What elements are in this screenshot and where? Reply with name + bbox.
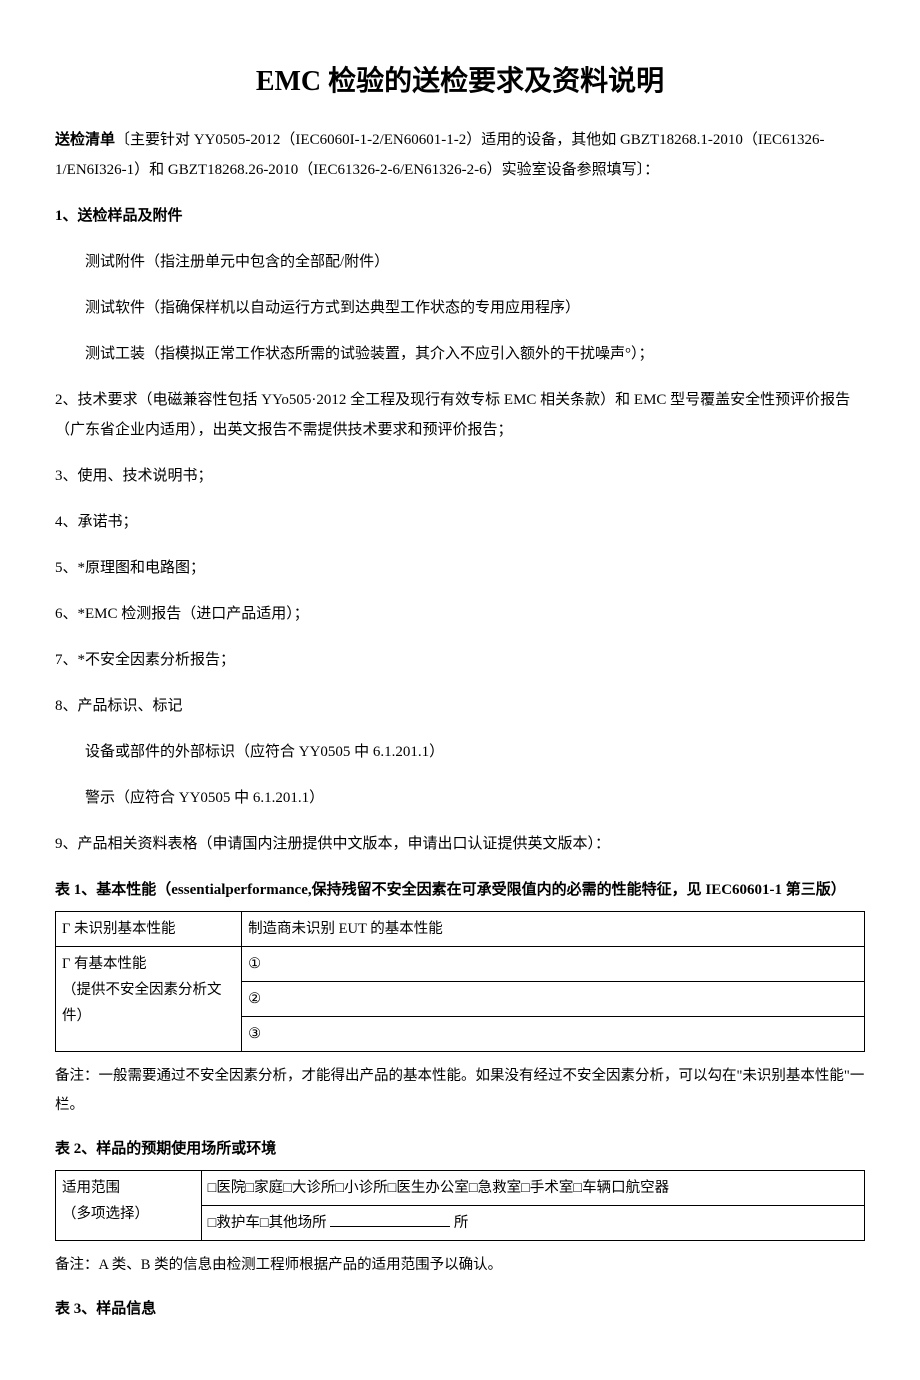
item-1: 1、送检样品及附件 <box>55 201 865 231</box>
table1-heading: 表 1、基本性能（essentialperformance,保持残留不安全因素在… <box>55 875 865 905</box>
item-4: 4、承诺书； <box>55 507 865 537</box>
t1-r2b: ② <box>242 981 865 1016</box>
table-1: Γ 未识别基本性能 制造商未识别 EUT 的基本性能 Γ 有基本性能（提供不安全… <box>55 911 865 1052</box>
item-1b: 测试软件（指确保样机以自动运行方式到达典型工作状态的专用应用程序） <box>55 293 865 323</box>
blank-line <box>330 1212 450 1228</box>
table2-note: 备注：A 类、B 类的信息由检测工程师根据产品的适用范围予以确认。 <box>55 1251 865 1280</box>
t1-r1c1: Γ 未识别基本性能 <box>56 911 242 946</box>
table2-heading: 表 2、样品的预期使用场所或环境 <box>55 1134 865 1164</box>
item-8a: 设备或部件的外部标识（应符合 YY0505 中 6.1.201.1） <box>55 737 865 767</box>
item-7: 7、*不安全因素分析报告； <box>55 645 865 675</box>
table-2: 适用范围（多项选择） □医院□家庭□大诊所□小诊所□医生办公室□急救室□手术室□… <box>55 1170 865 1241</box>
table3-heading: 表 3、样品信息 <box>55 1294 865 1324</box>
item-5: 5、*原理图和电路图； <box>55 553 865 583</box>
t1-r2a: ① <box>242 946 865 981</box>
item-1a: 测试附件（指注册单元中包含的全部配/附件） <box>55 247 865 277</box>
t1-r1c2: 制造商未识别 EUT 的基本性能 <box>242 911 865 946</box>
t1-r2c1: Γ 有基本性能（提供不安全因素分析文件） <box>56 946 242 1051</box>
item-3: 3、使用、技术说明书； <box>55 461 865 491</box>
item-6: 6、*EMC 检测报告（进口产品适用）； <box>55 599 865 629</box>
table1-note: 备注：一般需要通过不安全因素分析，才能得出产品的基本性能。如果没有经过不安全因素… <box>55 1062 865 1120</box>
page-title: EMC 检验的送检要求及资料说明 <box>55 60 865 105</box>
t2-r1c1: 适用范围（多项选择） <box>56 1171 202 1241</box>
item-1c: 测试工装（指模拟正常工作状态所需的试验装置，其介入不应引入额外的干扰噪声°）； <box>55 339 865 369</box>
t1-r2c: ③ <box>242 1017 865 1052</box>
intro-paragraph: 送检清单〔主要针对 YY0505-2012（IEC6060I-1-2/EN606… <box>55 125 865 185</box>
item-9: 9、产品相关资料表格（申请国内注册提供中文版本，申请出口认证提供英文版本）： <box>55 829 865 859</box>
item-2: 2、技术要求（电磁兼容性包括 YYo505·2012 全工程及现行有效专标 EM… <box>55 385 865 445</box>
t2-r1c2a: □医院□家庭□大诊所□小诊所□医生办公室□急救室□手术室□车辆口航空器 <box>201 1171 864 1206</box>
t2-r1c2b: □救护车□其他场所 所 <box>201 1206 864 1241</box>
item-8: 8、产品标识、标记 <box>55 691 865 721</box>
item-8b: 警示（应符合 YY0505 中 6.1.201.1） <box>55 783 865 813</box>
